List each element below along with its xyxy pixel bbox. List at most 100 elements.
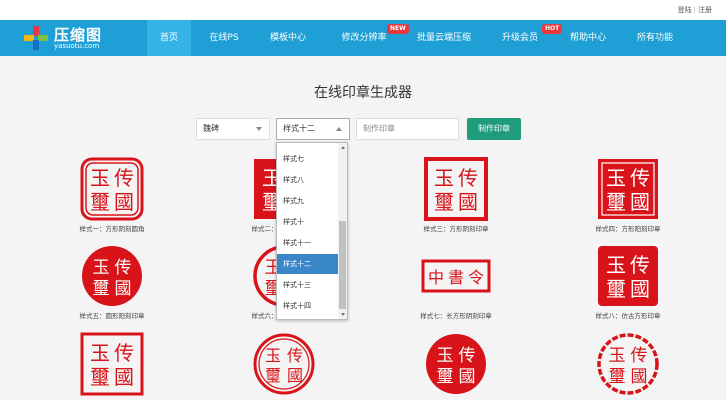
stamp-char: 璽 xyxy=(90,190,110,214)
stamp-char: 國 xyxy=(114,190,134,214)
stamp-caption: 样式七：长方形阴刻印章 xyxy=(420,312,492,320)
stamp-char: 國 xyxy=(459,367,476,387)
stamp-char: 中 xyxy=(428,268,444,287)
main-nav: 压缩图 yasuotu.com 首页 在线PS 模板中心 修改分辨率 NEW 批… xyxy=(0,20,726,56)
separator: | xyxy=(693,6,696,14)
page-title: 在线印章生成器 xyxy=(314,85,412,101)
stamp-preview: 传 國 玉 璽 xyxy=(568,242,688,310)
stamp-char: 传 xyxy=(630,166,650,190)
nav-item-vip[interactable]: 升级会员 xyxy=(497,20,543,56)
nav-label: 所有功能 xyxy=(636,33,673,43)
stamp-preview: 传 國 玉 璽 xyxy=(396,330,516,398)
stamp-char: 传 xyxy=(459,346,476,366)
stamp-char: 璽 xyxy=(265,366,281,385)
style-select-value: 样式十二 xyxy=(283,124,315,133)
nav-label: 帮助中心 xyxy=(569,33,606,43)
nav-item-batch-compress[interactable]: 批量云端压缩 xyxy=(412,20,476,56)
nav-label: 模板中心 xyxy=(269,33,306,43)
font-select-value: 魏碑 xyxy=(203,124,219,133)
stamp-caption: 样式一：方形阴刻圆角 xyxy=(79,225,145,233)
nav-item-resolution[interactable]: 修改分辨率 xyxy=(333,20,395,56)
stamp-image: 传 國 玉 璽 xyxy=(424,157,488,221)
nav-item-online-ps[interactable]: 在线PS xyxy=(200,20,248,56)
stamp-text-input[interactable]: 制作印章 xyxy=(356,118,459,140)
stamp-preview: 传 國 玉 璽 xyxy=(52,330,172,398)
stamp-char: 國 xyxy=(287,366,303,385)
nav-item-all-features[interactable]: 所有功能 xyxy=(630,20,680,56)
top-bar: 登陆 | 注册 xyxy=(0,0,726,20)
make-stamp-button[interactable]: 制作印章 xyxy=(467,118,521,140)
nav-label: 首页 xyxy=(159,33,178,43)
stamp-char: 传 xyxy=(115,258,132,278)
account-links: 登陆 | 注册 xyxy=(678,5,712,15)
stamp-preview: 传 國 玉 璽 xyxy=(52,155,172,223)
nav-label: 批量云端压缩 xyxy=(416,33,471,43)
style-option[interactable]: 样式十三 xyxy=(277,275,339,295)
stamp-char: 玉 xyxy=(609,346,626,366)
stamp-char: 璽 xyxy=(90,365,110,389)
stamp-image: 传 國 玉 璽 xyxy=(598,246,658,306)
stamp-preview: 中 書 令 xyxy=(396,242,516,310)
style-option[interactable]: 样式八 xyxy=(277,170,339,190)
stamp-image: 传 國 玉 璽 xyxy=(253,333,315,395)
style-option[interactable]: 样式九 xyxy=(277,191,339,211)
stamp-image: 传 國 玉 璽 xyxy=(597,333,659,395)
nav-item-home[interactable]: 首页 xyxy=(147,20,191,56)
style-option[interactable]: 样式十一 xyxy=(277,233,339,253)
login-link[interactable]: 登陆 xyxy=(678,6,692,14)
stamp-char: 玉 xyxy=(93,258,110,278)
stamp-caption: 样式三：方形阴刻印章 xyxy=(423,225,489,233)
stamp-image: 中 書 令 xyxy=(421,259,491,293)
stamp-char: 璽 xyxy=(609,367,626,387)
logo-domain: yasuotu.com xyxy=(54,42,100,50)
style-option[interactable]: 样式十四 xyxy=(277,296,339,316)
font-select[interactable]: 魏碑 xyxy=(196,118,270,140)
logo-icon xyxy=(24,26,48,50)
stamp-image: 传 國 玉 璽 xyxy=(598,159,658,219)
stamp-char: 传 xyxy=(630,253,650,277)
chevron-up-icon xyxy=(336,127,342,131)
style-option-selected[interactable]: 样式十二 xyxy=(277,254,339,274)
stamp-preview: 传 國 玉 璽 xyxy=(396,155,516,223)
nav-item-help[interactable]: 帮助中心 xyxy=(565,20,611,56)
stamp-image: 传 國 玉 璽 xyxy=(82,246,142,306)
hot-badge: HOT xyxy=(542,24,563,34)
stamp-char: 書 xyxy=(448,268,464,287)
logo[interactable]: 压缩图 yasuotu.com xyxy=(24,23,124,53)
style-select[interactable]: 样式十二 xyxy=(276,118,350,140)
nav-item-templates[interactable]: 模板中心 xyxy=(262,20,314,56)
stamp-char: 玉 xyxy=(606,166,626,190)
nav-label: 修改分辨率 xyxy=(341,33,387,43)
scroll-up-icon[interactable] xyxy=(341,146,345,149)
stamp-char: 國 xyxy=(114,365,134,389)
nav-label: 在线PS xyxy=(209,33,239,43)
scrollbar-thumb[interactable] xyxy=(339,221,346,309)
stamp-preview: 传 國 玉 璽 xyxy=(568,155,688,223)
nav-label: 升级会员 xyxy=(501,33,538,43)
chevron-down-icon xyxy=(256,127,262,131)
stamp-preview: 传 國 玉 璽 xyxy=(224,330,344,398)
stamp-char: 璽 xyxy=(434,190,454,214)
stamp-char: 传 xyxy=(458,166,478,190)
style-dropdown-list: 样式七 样式八 样式九 样式十 样式十一 样式十二 样式十三 样式十四 xyxy=(276,142,348,320)
register-link[interactable]: 注册 xyxy=(698,6,712,14)
style-option[interactable]: 样式七 xyxy=(277,149,339,169)
stamp-char: 传 xyxy=(114,341,134,365)
stamp-char: 玉 xyxy=(437,346,454,366)
stamp-char: 传 xyxy=(631,346,648,366)
stamp-char: 玉 xyxy=(606,253,626,277)
stamp-char: 國 xyxy=(630,190,650,214)
stamp-char: 玉 xyxy=(90,166,110,190)
stamp-caption: 样式五：圆形阳刻印章 xyxy=(79,312,145,320)
stamp-caption: 样式四：方形阳刻印章 xyxy=(595,225,661,233)
style-option[interactable]: 样式十 xyxy=(277,212,339,232)
stamp-preview: 传 國 玉 璽 xyxy=(568,330,688,398)
scroll-down-icon[interactable] xyxy=(341,313,345,316)
dropdown-scrollbar[interactable] xyxy=(338,143,347,319)
stamp-char: 國 xyxy=(115,279,132,299)
stamp-char: 國 xyxy=(631,367,648,387)
stamp-char: 璽 xyxy=(93,279,110,299)
stamp-char: 传 xyxy=(287,346,303,365)
stamp-caption: 样式八：仿古方形印章 xyxy=(595,312,661,320)
stamp-char: 传 xyxy=(114,166,134,190)
